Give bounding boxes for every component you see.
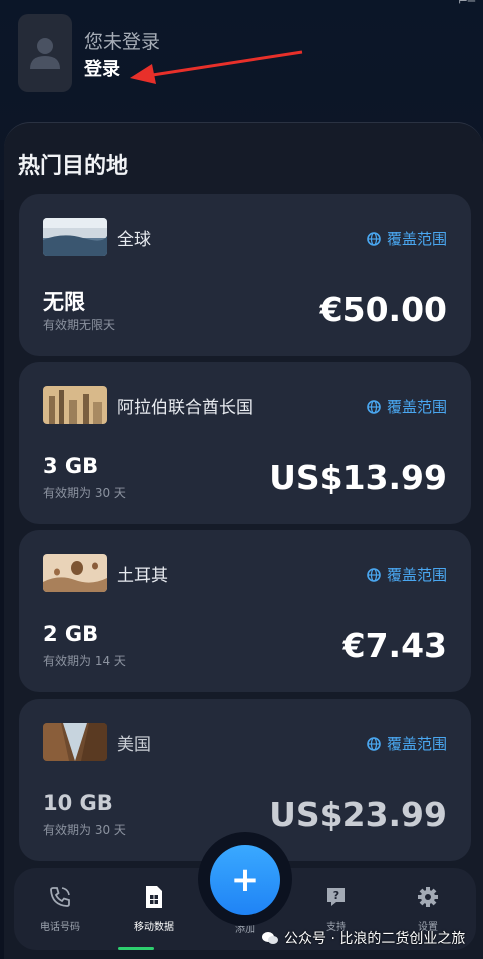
- data-amount: 无限: [43, 290, 85, 314]
- country-name: 美国: [117, 735, 151, 755]
- data-amount: 2 GB: [43, 622, 99, 646]
- destination-image: [43, 218, 107, 256]
- price: €50.00: [319, 290, 447, 329]
- validity-text: 有效期为 30 天: [43, 486, 126, 500]
- coverage-label: 覆盖范围: [386, 398, 447, 416]
- annotation-arrow: [130, 50, 303, 84]
- globe-icon: [367, 399, 381, 414]
- destination-image: [43, 723, 107, 761]
- price: US$23.99: [269, 795, 447, 834]
- country-name: 土耳其: [117, 566, 168, 586]
- phone-icon: [50, 887, 70, 907]
- destination-image: [43, 386, 107, 424]
- tab-label: 电话号码: [40, 922, 80, 933]
- price: US$13.99: [269, 458, 447, 497]
- country-name: 阿拉伯联合酋长国: [117, 398, 253, 418]
- globe-icon: [367, 736, 381, 751]
- tab-label: 移动数据: [134, 922, 174, 933]
- add-button[interactable]: +: [210, 845, 280, 915]
- price: €7.43: [342, 626, 447, 665]
- watermark-text: 公众号 · 比浪的二货创业之旅: [284, 931, 466, 947]
- tab-mobile-data[interactable]: 移动数据: [114, 884, 194, 933]
- globe-icon: [367, 231, 381, 246]
- active-tab-indicator: [118, 947, 154, 950]
- destination-image: [43, 554, 107, 592]
- coverage-label: 覆盖范围: [386, 566, 447, 584]
- tab-phone-number[interactable]: 电话号码: [20, 884, 100, 933]
- avatar[interactable]: [18, 14, 72, 92]
- coverage-link[interactable]: 覆盖范围: [367, 564, 447, 585]
- data-amount: 10 GB: [43, 791, 113, 815]
- coverage-label: 覆盖范围: [386, 230, 447, 248]
- tab-settings[interactable]: 设置: [388, 884, 468, 933]
- sim-card-icon: [146, 886, 162, 908]
- coverage-link[interactable]: 覆盖范围: [367, 228, 447, 249]
- section-title: 热门目的地: [18, 154, 129, 179]
- plus-icon: +: [230, 860, 260, 900]
- coverage-link[interactable]: 覆盖范围: [367, 396, 447, 417]
- coverage-label: 覆盖范围: [386, 735, 447, 753]
- data-amount: 3 GB: [43, 454, 99, 478]
- coverage-link[interactable]: 覆盖范围: [367, 733, 447, 754]
- watermark: 公众号 · 比浪的二货创业之旅: [262, 928, 465, 948]
- destination-card[interactable]: 土耳其 覆盖范围 2 GB 有效期为 14 天 €7.43: [19, 530, 471, 692]
- globe-icon: [367, 567, 381, 582]
- destination-card[interactable]: 阿拉伯联合酋长国 覆盖范围 3 GB 有效期为 30 天 US$13.99: [19, 362, 471, 524]
- svg-text:?: ?: [333, 889, 339, 902]
- login-link[interactable]: 登录: [84, 55, 120, 81]
- validity-text: 有效期为 14 天: [43, 654, 126, 668]
- status-bar-icon: ⌐─: [457, 0, 475, 8]
- gear-icon: [418, 887, 438, 907]
- country-name: 全球: [117, 230, 151, 250]
- destination-card[interactable]: 全球 覆盖范围 无限 有效期无限天 €50.00: [19, 194, 471, 356]
- tab-support[interactable]: ? 支持: [296, 884, 376, 933]
- user-icon: [30, 38, 60, 69]
- validity-text: 有效期无限天: [43, 318, 116, 332]
- help-chat-icon: ?: [327, 888, 345, 906]
- validity-text: 有效期为 30 天: [43, 823, 126, 837]
- wechat-icon: [262, 932, 278, 944]
